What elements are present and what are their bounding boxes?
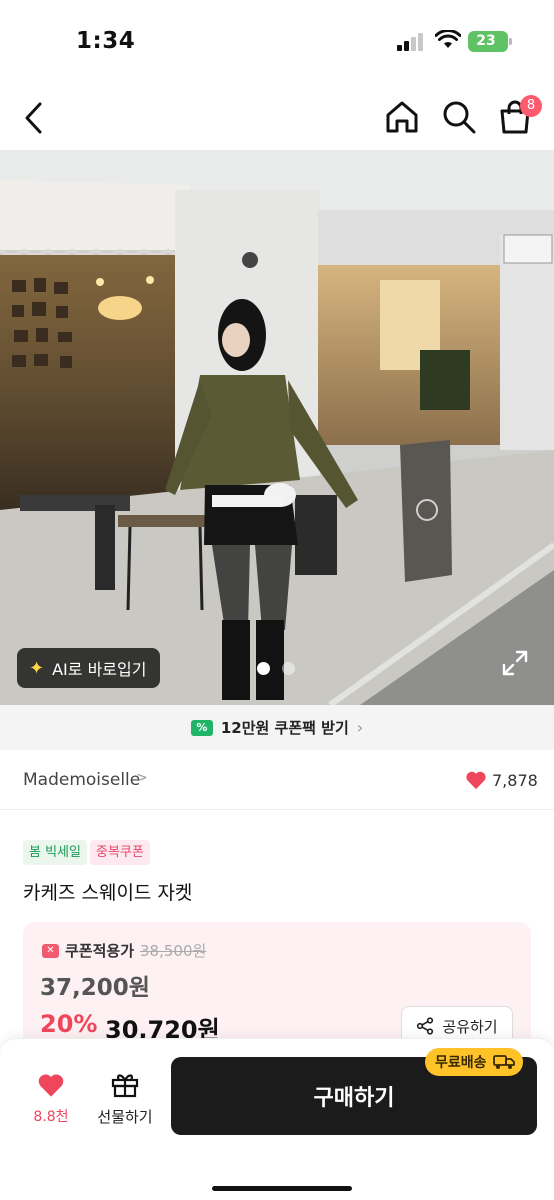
home-icon[interactable]: [383, 98, 421, 136]
status-bar: 1:34 23: [0, 0, 554, 80]
home-indicator: [212, 1186, 352, 1191]
carousel-dot-active[interactable]: [257, 662, 270, 675]
back-icon[interactable]: [20, 100, 50, 136]
brand-name[interactable]: Mademoiselle: [23, 770, 140, 790]
wifi-icon: [435, 30, 461, 48]
like-count: 8.8천: [33, 1109, 69, 1125]
coupon-icon: ✕: [42, 943, 59, 958]
product-image[interactable]: [0, 150, 554, 705]
like-button[interactable]: 8.8천: [28, 1072, 74, 1126]
free-shipping-label: 무료배송: [435, 1055, 487, 1071]
coupon-price-row: ✕ 쿠폰적용가 38,500원: [42, 940, 206, 961]
top-nav: [0, 88, 554, 150]
signal-icon: [397, 33, 425, 51]
brand-row: Mademoiselle > 7,878: [0, 752, 554, 810]
expand-icon[interactable]: [502, 650, 528, 676]
magic-wand-icon: ✦: [29, 657, 45, 679]
ai-try-on-label: AI로 바로입기: [52, 660, 147, 679]
buy-label: 구매하기: [313, 1086, 395, 1111]
coupon-pack-label: 12만원 쿠폰팩 받기: [220, 719, 349, 737]
tag-duplicate-coupon: 중복쿠폰: [90, 840, 150, 865]
share-label: 공유하기: [442, 1017, 498, 1036]
heart-icon[interactable]: [465, 769, 487, 791]
gift-button[interactable]: 선물하기: [90, 1070, 160, 1127]
original-price: 38,500원: [140, 942, 207, 960]
brand-chevron-icon[interactable]: >: [136, 770, 148, 786]
search-icon[interactable]: [440, 98, 478, 136]
carousel-dot[interactable]: [282, 662, 295, 675]
gift-label: 선물하기: [97, 1108, 153, 1126]
free-shipping-badge: 무료배송: [425, 1048, 523, 1076]
carousel-indicator: [255, 662, 297, 676]
product-title: 카케즈 스웨이드 자켓: [23, 882, 193, 904]
gift-icon: [111, 1074, 139, 1098]
coupon-ticket-icon: %: [190, 719, 213, 736]
tag-spring-sale: 봄 빅세일: [23, 840, 87, 865]
discount-rate: 20%: [40, 1010, 98, 1038]
truck-icon: [492, 1055, 515, 1069]
product-photo: [0, 150, 554, 705]
battery-level: 23: [476, 33, 496, 49]
base-price: 37,200원: [40, 975, 150, 1001]
ai-try-on-button[interactable]: ✦ AI로 바로입기: [17, 648, 161, 688]
battery-icon: 23: [468, 31, 508, 52]
battery-tip: [509, 38, 512, 45]
cart-count-badge: 8: [520, 95, 542, 117]
coupon-price-label: 쿠폰적용가: [65, 942, 135, 960]
share-icon: [417, 1017, 434, 1035]
heart-filled-icon: [38, 1074, 64, 1097]
status-time: 1:34: [76, 28, 136, 54]
brand-like-count: 7,878: [492, 771, 538, 790]
chevron-right-icon: ›: [356, 718, 364, 737]
coupon-pack-banner[interactable]: % 12만원 쿠폰팩 받기 ›: [0, 705, 554, 750]
